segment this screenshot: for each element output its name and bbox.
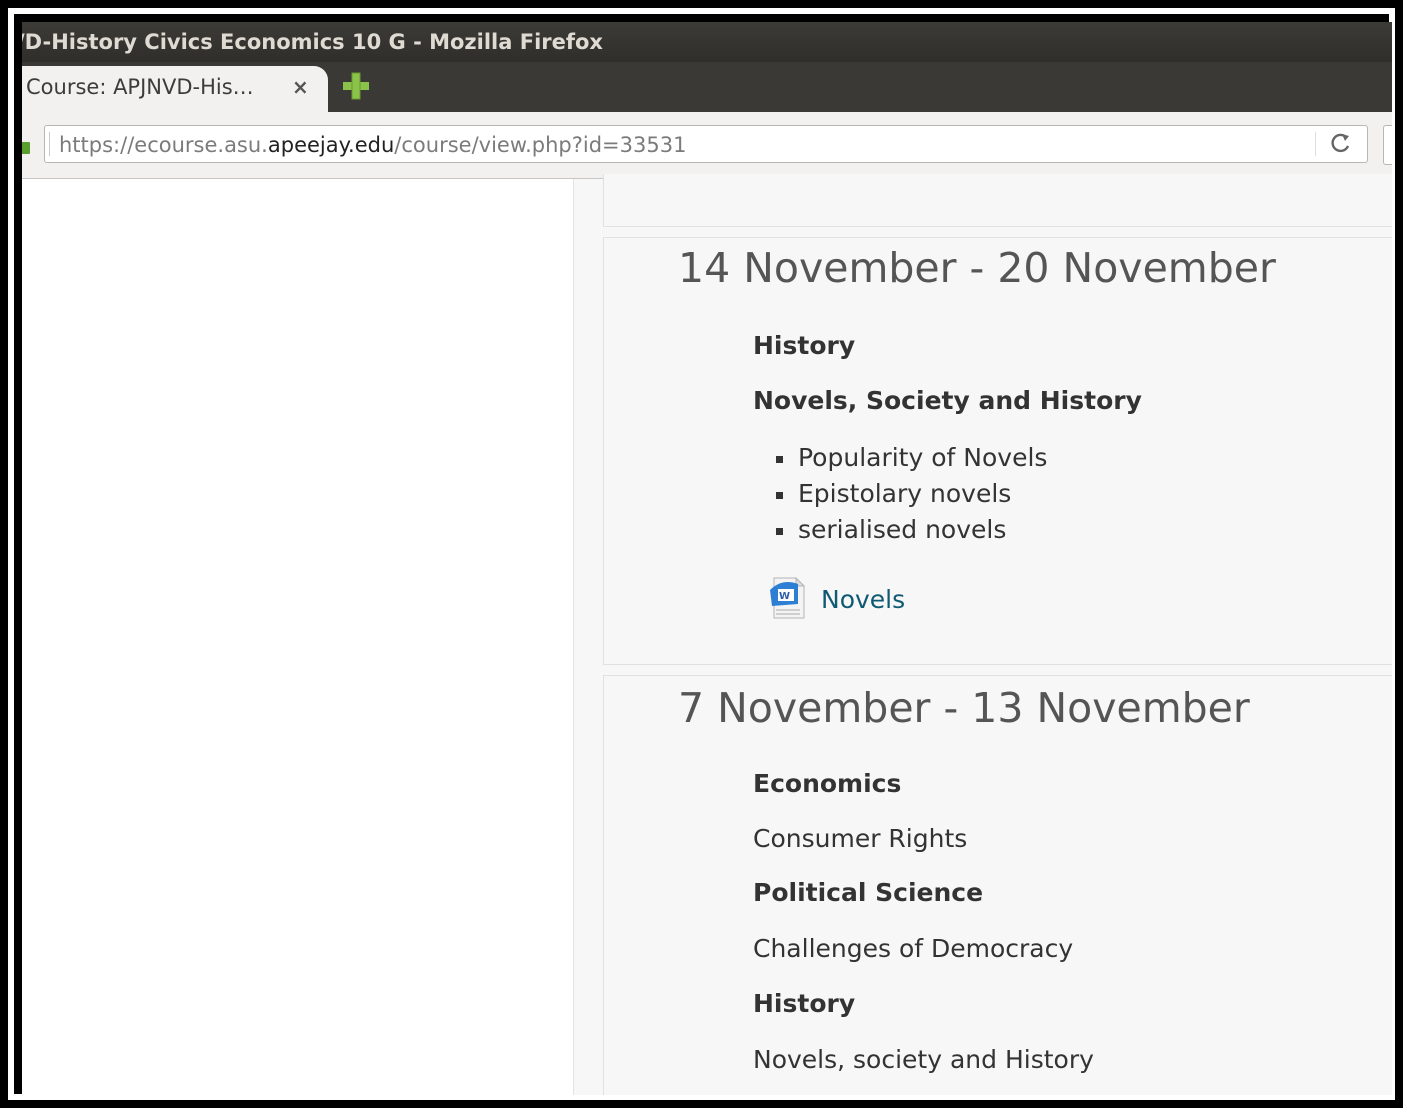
window-title: /D-History Civics Economics 10 G - Mozil… xyxy=(22,30,603,54)
page-content: 14 November - 20 November History Novels… xyxy=(22,174,1392,1095)
topic-label: Consumer Rights xyxy=(753,824,968,853)
svg-text:W: W xyxy=(779,591,790,602)
url-bar[interactable]: https://ecourse.asu.apeejay.edu/course/v… xyxy=(44,125,1368,163)
topic-list: Popularity of Novels Epistolary novels s… xyxy=(774,440,1047,548)
previous-section xyxy=(603,174,1392,227)
list-item: serialised novels xyxy=(774,512,1047,548)
url-host: apeejay.edu xyxy=(267,133,395,157)
lock-icon[interactable] xyxy=(22,139,30,154)
url-text[interactable]: https://ecourse.asu.apeejay.edu/course/v… xyxy=(59,133,686,157)
list-item: Epistolary novels xyxy=(774,476,1047,512)
tab-course[interactable]: Course: APJNVD-His… × xyxy=(22,66,328,112)
url-separator xyxy=(49,132,50,156)
reload-icon[interactable] xyxy=(1330,130,1352,162)
url-prefix: https://ecourse.asu. xyxy=(59,133,268,157)
new-tab-icon[interactable] xyxy=(340,70,372,102)
subject-label: Political Science xyxy=(753,878,984,907)
section-title: 14 November - 20 November xyxy=(678,244,1276,292)
resource-link[interactable]: Novels xyxy=(821,585,905,614)
section-title: 7 November - 13 November xyxy=(678,684,1250,732)
subject-label: History xyxy=(753,331,856,360)
subject-label: Economics xyxy=(753,769,902,798)
reload-separator xyxy=(1315,132,1316,156)
word-document-icon[interactable]: W xyxy=(768,576,808,620)
topic-label: Challenges of Democracy xyxy=(753,934,1074,963)
section-week-nov-14: 14 November - 20 November History Novels… xyxy=(603,237,1392,665)
list-item: Popularity of Novels xyxy=(774,440,1047,476)
section-week-nov-7: 7 November - 13 November Economics Consu… xyxy=(603,675,1392,1095)
url-path: /course/view.php?id=33531 xyxy=(394,133,687,157)
title-bar: /D-History Civics Economics 10 G - Mozil… xyxy=(22,22,1392,62)
tab-label: Course: APJNVD-His… xyxy=(26,75,254,99)
topic-label: Novels, Society and History xyxy=(753,386,1142,415)
subject-label: History xyxy=(753,989,856,1018)
left-column xyxy=(22,179,574,1095)
tab-strip: Course: APJNVD-His… × xyxy=(22,62,1392,112)
topic-label: Novels, society and History xyxy=(753,1045,1094,1074)
tab-close-icon[interactable]: × xyxy=(292,75,309,99)
navigation-bar: https://ecourse.asu.apeejay.edu/course/v… xyxy=(22,112,1392,179)
search-bar-edge[interactable] xyxy=(1383,125,1392,165)
firefox-window: /D-History Civics Economics 10 G - Mozil… xyxy=(22,22,1392,1095)
